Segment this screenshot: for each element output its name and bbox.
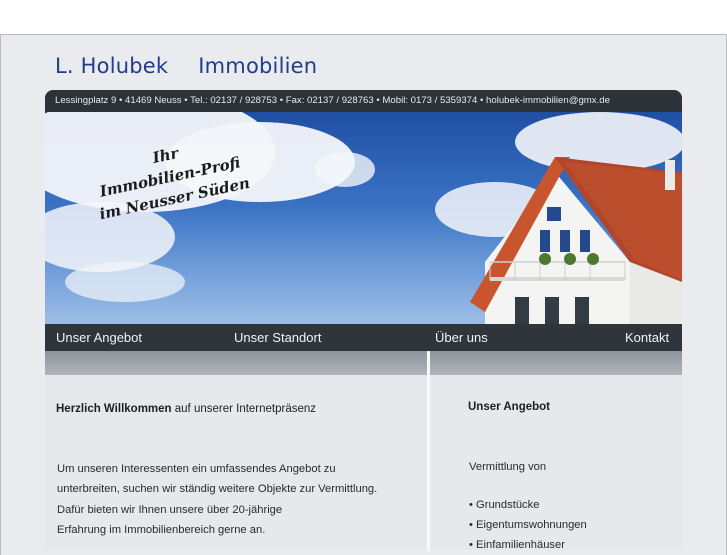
house-illustration [470, 157, 682, 324]
list-item: Grundstücke [469, 495, 587, 515]
welcome-rest: auf unserer Internetpräsenz [171, 403, 317, 415]
paragraph-line: Erfahrung im Immobilienbereich gerne an. [57, 523, 266, 536]
list-item: Einfamilienhäuser [469, 535, 587, 555]
nav-item-standort[interactable]: Unser Standort [234, 324, 321, 351]
paragraph-line: Dafür bieten wir Ihnen unsere über 20-jä… [57, 503, 283, 516]
nav-item-kontakt[interactable]: Kontakt [625, 324, 669, 351]
nav-item-angebot[interactable]: Unser Angebot [56, 324, 142, 351]
hero-banner: Ihr Immobilien-Profi im Neusser Süden [45, 112, 682, 324]
paragraph-line: unterbreiten, suchen wir ständig weitere… [57, 483, 378, 496]
column-divider [427, 351, 430, 551]
list-item: Eigentumswohnungen [469, 515, 587, 535]
intro-paragraph: Um unseren Interessenten ein umfassendes… [57, 459, 417, 540]
brand-subtitle: Immobilien [198, 54, 318, 78]
welcome-bold: Herzlich Willkommen [56, 403, 172, 415]
left-column-header [45, 351, 427, 375]
offer-list: Grundstücke Eigentumswohnungen Einfamili… [469, 495, 587, 555]
sidebar-intro: Vermittlung von [469, 461, 547, 473]
sidebar-heading: Unser Angebot [468, 401, 550, 413]
paragraph-line: Um unseren Interessenten ein umfassendes… [57, 463, 336, 475]
site-title: L. Holubek Immobilien [55, 54, 317, 78]
nav-item-ueber-uns[interactable]: Über uns [435, 324, 488, 351]
main-nav: Unser Angebot Unser Standort Über uns Ko… [45, 324, 682, 351]
welcome-text: Herzlich Willkommen auf unserer Internet… [56, 403, 316, 415]
right-column-header [430, 351, 682, 375]
contact-bar: Lessingplatz 9 • 41469 Neuss • Tel.: 021… [45, 90, 682, 112]
brand-name: L. Holubek [55, 54, 169, 78]
